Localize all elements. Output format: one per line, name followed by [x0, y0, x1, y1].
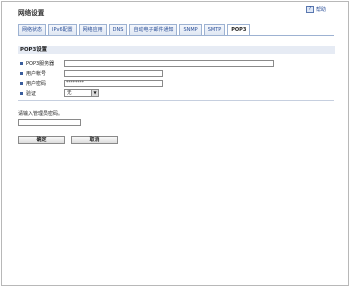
admin-password-input[interactable] — [18, 119, 81, 126]
settings-panel: 网络设置 ? 帮助 网络状态 IPv6配置 网络应用 DNS 自动电子邮件通知 … — [1, 1, 349, 286]
ok-button[interactable]: 确定 — [18, 136, 65, 144]
section-divider — [18, 100, 334, 101]
pop3-server-input[interactable] — [64, 59, 274, 67]
authentication-select[interactable]: 无 ▼ — [64, 89, 99, 97]
page-title: 网络设置 — [18, 9, 45, 17]
help-label: 帮助 — [315, 7, 326, 13]
help-book-icon: ? — [305, 6, 314, 13]
authentication-label: 验证 — [26, 90, 37, 97]
bullet-icon — [20, 61, 23, 65]
help-link[interactable]: ? 帮助 — [305, 6, 326, 13]
section-title: POP3设置 — [18, 46, 335, 54]
admin-password-prompt: 请输入管理员密码。 — [18, 111, 64, 117]
authentication-select-value: 无 — [67, 91, 72, 96]
bullet-icon — [20, 91, 23, 95]
pop3-server-label: POP3服务器 — [26, 60, 55, 67]
user-password-label: 用户密码 — [26, 80, 47, 87]
user-account-input[interactable] — [64, 69, 163, 77]
bullet-icon — [20, 71, 23, 75]
pop3-server-row: POP3服务器 — [20, 59, 274, 67]
user-account-row: 用户帐号 — [20, 69, 163, 77]
user-account-label: 用户帐号 — [26, 70, 47, 77]
tab-divider — [18, 35, 334, 36]
bullet-icon — [20, 81, 23, 85]
cancel-button[interactable]: 取消 — [71, 136, 118, 144]
user-password-input[interactable]: ******** — [64, 79, 163, 87]
authentication-row: 验证 无 ▼ — [20, 89, 99, 97]
chevron-down-icon: ▼ — [91, 90, 98, 96]
user-password-row: 用户密码 ******** — [20, 79, 163, 87]
